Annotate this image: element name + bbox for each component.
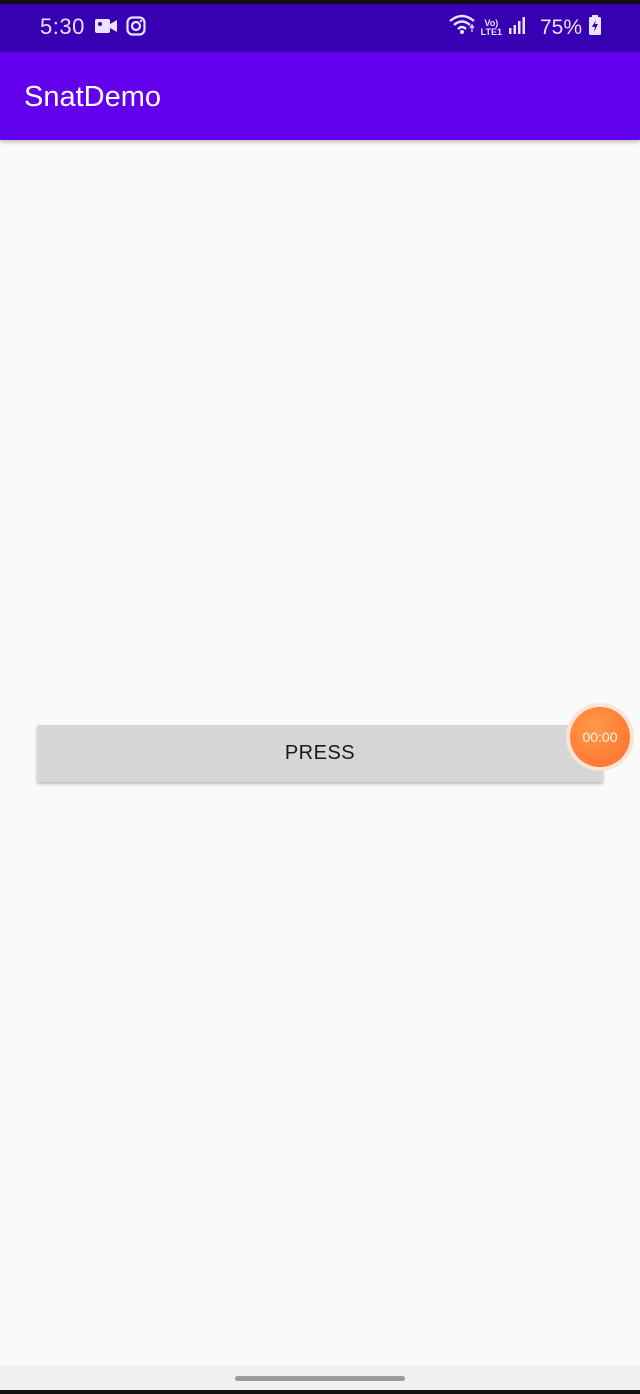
main-content: PRESS [0, 140, 640, 1366]
app-title: SnatDemo [24, 81, 162, 113]
wifi-icon [448, 14, 475, 41]
battery-percentage: 75% [539, 15, 582, 39]
screen-recorder-bubble[interactable]: 00:00 [566, 703, 634, 771]
signal-icon [508, 15, 526, 40]
press-button[interactable]: PRESS [37, 725, 603, 782]
volte-icon: Vo) LTE1 [480, 18, 502, 37]
status-bar: 5:30 Vo) LTE1 75% [0, 4, 640, 52]
battery-icon [588, 14, 602, 41]
home-gesture-handle[interactable] [235, 1376, 405, 1381]
navigation-bar [0, 1366, 640, 1390]
instagram-icon [126, 16, 146, 41]
volte-label-bottom: LTE1 [480, 26, 502, 37]
app-bar: SnatDemo [0, 52, 640, 140]
video-camera-icon [94, 16, 118, 41]
status-left-icons [94, 16, 146, 41]
recorder-timer: 00:00 [570, 707, 630, 767]
status-time: 5:30 [40, 14, 85, 39]
screen-bottom-edge [0, 1390, 640, 1394]
status-right-icons: Vo) LTE1 75% [448, 14, 602, 41]
